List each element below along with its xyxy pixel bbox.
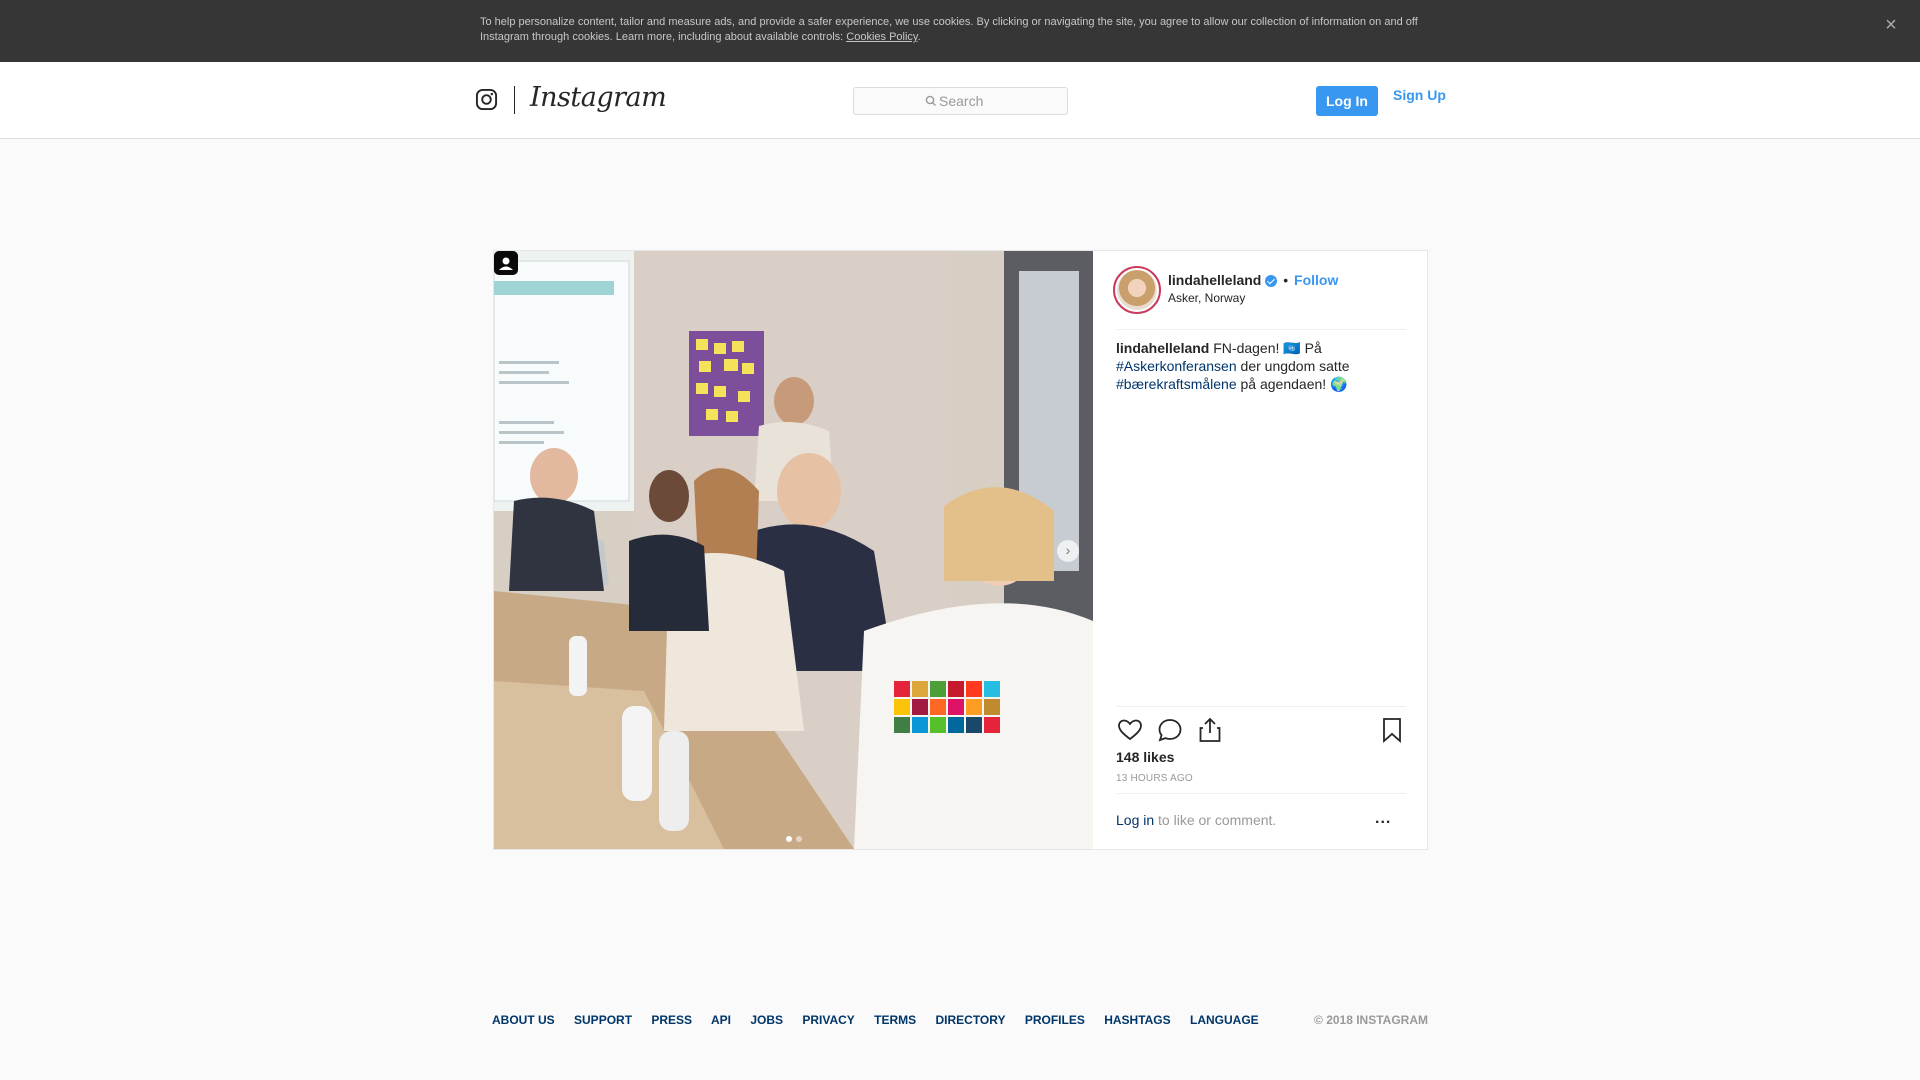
post-timestamp[interactable]: 13 HOURS AGO: [1116, 773, 1193, 784]
footer-links: ABOUT US SUPPORT PRESS API JOBS PRIVACY …: [492, 1013, 1275, 1027]
footer-link-hashtags[interactable]: HASHTAGS: [1104, 1013, 1170, 1027]
verified-badge-icon: [1265, 275, 1278, 287]
post-header: lindahelleland • Follow: [1168, 271, 1338, 289]
carousel-dots: [786, 829, 806, 842]
avatar[interactable]: [1113, 266, 1161, 314]
post-sidebar: lindahelleland • Follow Asker, Norway li…: [1093, 251, 1427, 849]
cookie-text: To help personalize content, tailor and …: [480, 16, 1418, 43]
caption-text-1: FN-dagen! 🇺🇳 På: [1209, 340, 1322, 356]
search-input[interactable]: [939, 91, 1059, 111]
bookmark-icon[interactable]: [1378, 716, 1406, 744]
footer-link-jobs[interactable]: JOBS: [750, 1013, 783, 1027]
footer-link-api[interactable]: API: [711, 1013, 731, 1027]
post-location[interactable]: Asker, Norway: [1168, 291, 1245, 305]
cookie-banner-text: To help personalize content, tailor and …: [480, 16, 1418, 43]
footer-link-profiles[interactable]: PROFILES: [1025, 1013, 1085, 1027]
login-link[interactable]: Log in: [1116, 812, 1154, 828]
copyright: © 2018 INSTAGRAM: [1314, 1013, 1428, 1027]
comment-icon[interactable]: [1156, 716, 1184, 744]
logo-divider: [514, 86, 515, 114]
search-icon: [925, 95, 936, 106]
post-card: › lindahelleland • Follow Asker, Norway …: [493, 250, 1428, 850]
top-nav: Instagram Log In Sign Up: [0, 62, 1920, 139]
carousel-dot: [796, 836, 802, 842]
hashtag-baerekraftsmalene[interactable]: #bærekraftsmålene: [1116, 376, 1237, 392]
search-box[interactable]: [853, 87, 1068, 115]
post-username[interactable]: lindahelleland: [1168, 272, 1261, 288]
post-caption: lindahelleland FN-dagen! 🇺🇳 På #Askerkon…: [1116, 339, 1406, 393]
follow-button[interactable]: Follow: [1294, 272, 1338, 288]
caption-author[interactable]: lindahelleland: [1116, 340, 1209, 356]
cookie-banner: To help personalize content, tailor and …: [0, 0, 1920, 62]
footer-link-support[interactable]: SUPPORT: [574, 1013, 632, 1027]
footer-link-about[interactable]: ABOUT US: [492, 1013, 555, 1027]
close-icon[interactable]: ×: [1880, 14, 1902, 36]
likes-count[interactable]: 148 likes: [1116, 749, 1174, 765]
footer: ABOUT US SUPPORT PRESS API JOBS PRIVACY …: [492, 1013, 1428, 1031]
footer-link-language[interactable]: LANGUAGE: [1190, 1013, 1259, 1027]
divider: [1116, 706, 1406, 707]
next-photo-arrow-icon[interactable]: ›: [1057, 540, 1079, 562]
footer-link-press[interactable]: PRESS: [651, 1013, 692, 1027]
instagram-wordmark[interactable]: Instagram: [530, 82, 667, 118]
post-photo[interactable]: ›: [494, 251, 1093, 849]
hashtag-askerkonferansen[interactable]: #Askerkonferansen: [1116, 358, 1237, 374]
instagram-glyph-icon[interactable]: [475, 88, 498, 111]
footer-link-directory[interactable]: DIRECTORY: [935, 1013, 1005, 1027]
tagged-people-icon[interactable]: [494, 251, 518, 275]
post-actions: [1116, 716, 1406, 744]
signup-link[interactable]: Sign Up: [1393, 86, 1446, 104]
share-icon[interactable]: [1196, 716, 1224, 744]
more-options-icon[interactable]: ...: [1375, 811, 1395, 828]
caption-text-2: der ungdom satte: [1236, 358, 1350, 374]
avatar-image: [1117, 270, 1157, 310]
footer-link-terms[interactable]: TERMS: [874, 1013, 916, 1027]
login-to-comment-text: to like or comment.: [1154, 812, 1277, 828]
divider: [1116, 793, 1406, 794]
login-to-comment: Log in to like or comment.: [1116, 812, 1276, 828]
footer-link-privacy[interactable]: PRIVACY: [802, 1013, 854, 1027]
heart-icon[interactable]: [1116, 716, 1144, 744]
post-photo-illustration: [494, 251, 1093, 849]
carousel-dot-active: [786, 836, 792, 842]
divider: [1116, 329, 1406, 330]
cookies-policy-link[interactable]: Cookies Policy: [846, 31, 917, 43]
caption-text-3: på agendaen! 🌍: [1236, 376, 1348, 392]
separator-bullet: •: [1283, 272, 1289, 288]
login-button[interactable]: Log In: [1316, 86, 1378, 116]
